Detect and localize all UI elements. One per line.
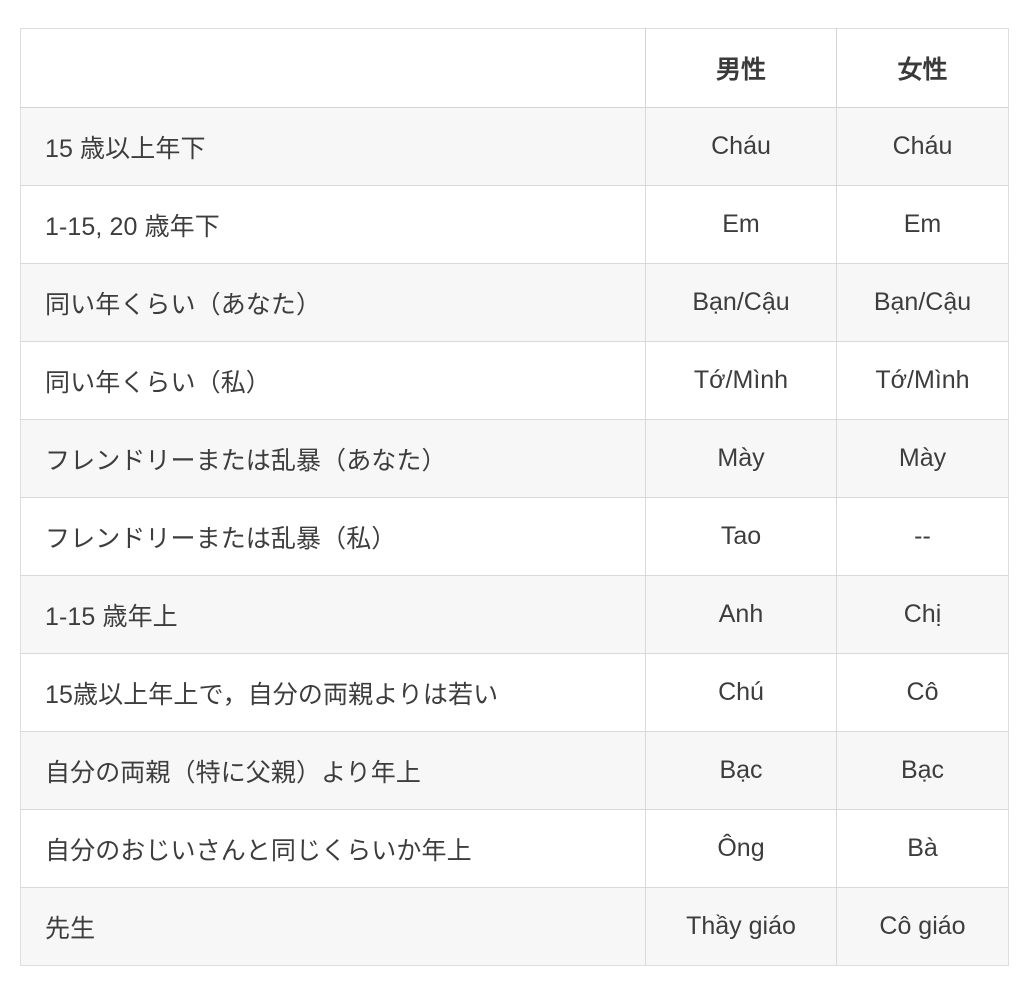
column-header-female: 女性 — [836, 28, 1009, 108]
cell-male: Em — [645, 185, 837, 264]
cell-description: 1-15, 20 歳年下 — [20, 185, 646, 264]
cell-male: Cháu — [645, 107, 837, 186]
cell-female: Cô giáo — [836, 887, 1009, 966]
cell-male: Chú — [645, 653, 837, 732]
table-row: 1-15, 20 歳年下 Em Em — [20, 185, 1009, 264]
cell-description: 同い年くらい（私） — [20, 341, 646, 420]
cell-description: フレンドリーまたは乱暴（私） — [20, 497, 646, 576]
cell-description: フレンドリーまたは乱暴（あなた） — [20, 419, 646, 498]
table-row: 先生 Thầy giáo Cô giáo — [20, 887, 1009, 966]
pronoun-table-container: 男性 女性 15 歳以上年下 Cháu Cháu 1-15, 20 歳年下 Em… — [20, 28, 1009, 966]
table-row: フレンドリーまたは乱暴（私） Tao -- — [20, 497, 1009, 576]
table-row: 同い年くらい（あなた） Bạn/Cậu Bạn/Cậu — [20, 263, 1009, 342]
table-row: フレンドリーまたは乱暴（あなた） Mày Mày — [20, 419, 1009, 498]
table-row: 自分のおじいさんと同じくらいか年上 Ông Bà — [20, 809, 1009, 888]
cell-description: 自分の両親（特に父親）より年上 — [20, 731, 646, 810]
cell-male: Tớ/Mình — [645, 341, 837, 420]
table-body: 15 歳以上年下 Cháu Cháu 1-15, 20 歳年下 Em Em 同い… — [20, 107, 1009, 966]
table-row: 15歳以上年上で，自分の両親よりは若い Chú Cô — [20, 653, 1009, 732]
table-row: 1-15 歳年上 Anh Chị — [20, 575, 1009, 654]
table-row: 自分の両親（特に父親）より年上 Bạc Bạc — [20, 731, 1009, 810]
cell-male: Bạn/Cậu — [645, 263, 837, 342]
cell-female: Chị — [836, 575, 1009, 654]
cell-male: Bạc — [645, 731, 837, 810]
cell-male: Thầy giáo — [645, 887, 837, 966]
cell-female: Bạn/Cậu — [836, 263, 1009, 342]
cell-female: Mày — [836, 419, 1009, 498]
cell-female: -- — [836, 497, 1009, 576]
cell-female: Bạc — [836, 731, 1009, 810]
cell-male: Ông — [645, 809, 837, 888]
cell-female: Bà — [836, 809, 1009, 888]
column-header-male: 男性 — [645, 28, 837, 108]
table-header: 男性 女性 — [20, 28, 1009, 108]
header-row: 男性 女性 — [20, 28, 1009, 108]
cell-female: Cô — [836, 653, 1009, 732]
column-header-description — [20, 28, 646, 108]
vietnamese-pronoun-table: 男性 女性 15 歳以上年下 Cháu Cháu 1-15, 20 歳年下 Em… — [20, 28, 1009, 966]
cell-female: Cháu — [836, 107, 1009, 186]
cell-male: Tao — [645, 497, 837, 576]
table-row: 同い年くらい（私） Tớ/Mình Tớ/Mình — [20, 341, 1009, 420]
cell-male: Anh — [645, 575, 837, 654]
cell-female: Tớ/Mình — [836, 341, 1009, 420]
cell-description: 15歳以上年上で，自分の両親よりは若い — [20, 653, 646, 732]
cell-description: 先生 — [20, 887, 646, 966]
cell-description: 1-15 歳年上 — [20, 575, 646, 654]
cell-description: 同い年くらい（あなた） — [20, 263, 646, 342]
table-row: 15 歳以上年下 Cháu Cháu — [20, 107, 1009, 186]
cell-description: 15 歳以上年下 — [20, 107, 646, 186]
cell-description: 自分のおじいさんと同じくらいか年上 — [20, 809, 646, 888]
cell-female: Em — [836, 185, 1009, 264]
cell-male: Mày — [645, 419, 837, 498]
